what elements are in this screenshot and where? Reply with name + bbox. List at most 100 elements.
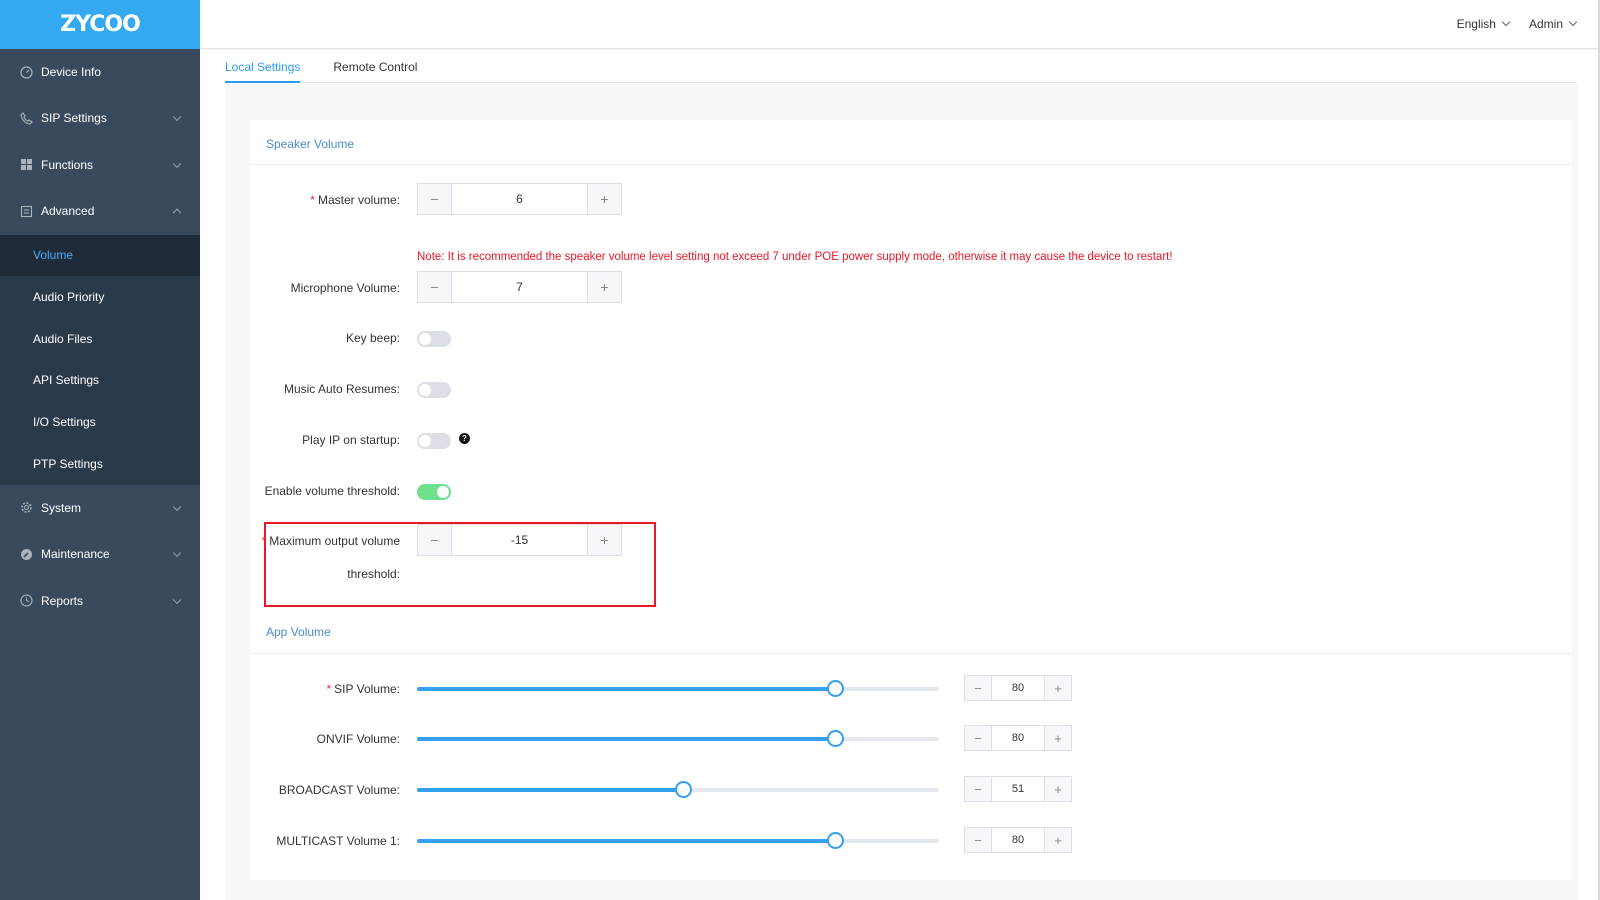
- speaker-volume-title: Speaker Volume: [266, 137, 355, 151]
- volume-slider[interactable]: [417, 832, 939, 849]
- app-volume-label-text: SIP Volume:: [334, 682, 400, 696]
- app-volume-value[interactable]: 80: [992, 676, 1044, 700]
- phone-icon: [20, 111, 33, 125]
- sidebar-item-label: Reports: [41, 593, 84, 608]
- sidebar-item-audio-priority[interactable]: Audio Priority: [0, 276, 200, 318]
- sidebar-item-device-info[interactable]: Device Info: [0, 49, 200, 95]
- clock-icon: [20, 594, 33, 607]
- gear-icon: [20, 501, 33, 514]
- sidebar-item-label: Device Info: [41, 65, 102, 79]
- sidebar-item-advanced[interactable]: Advanced: [0, 188, 200, 235]
- help-icon[interactable]: ?: [459, 433, 470, 444]
- app-volume-stepper[interactable]: −80 +: [964, 725, 1072, 751]
- enable-threshold-toggle[interactable]: [417, 484, 451, 500]
- increment-button[interactable]: +: [587, 272, 621, 302]
- sidebar-item-reports[interactable]: Reports: [0, 578, 200, 625]
- master-volume-label: * Master volume:: [250, 193, 400, 207]
- tab-local-settings[interactable]: Local Settings: [225, 50, 301, 83]
- key-beep-label: Key beep:: [345, 331, 400, 345]
- play-ip-label: Play IP on startup:: [302, 433, 400, 447]
- slider-thumb[interactable]: [826, 680, 844, 697]
- max-output-threshold-value[interactable]: -15: [452, 525, 587, 555]
- slider-thumb[interactable]: [675, 781, 693, 798]
- app-volume-label-text: BROADCAST Volume:: [278, 783, 400, 797]
- app-volume-label: ONVIF Volume:: [250, 732, 400, 746]
- toggle-knob: [419, 384, 431, 396]
- app-volume-label: MULTICAST Volume 1:: [250, 834, 400, 848]
- app-volume-value[interactable]: 51: [992, 777, 1044, 801]
- microphone-volume-stepper[interactable]: − 7 +: [417, 271, 622, 303]
- top-header: English Admin: [200, 0, 1598, 49]
- sidebar-item-sip-settings[interactable]: SIP Settings: [0, 95, 200, 142]
- poe-warning-note: Note: It is recommended the speaker volu…: [417, 251, 1173, 263]
- slider-fill: [417, 839, 835, 843]
- increment-button[interactable]: +: [587, 184, 621, 214]
- sidebar-item-api-settings[interactable]: API Settings: [0, 360, 200, 402]
- chevron-down-icon: [172, 502, 182, 511]
- sidebar-item-functions[interactable]: Functions: [0, 142, 200, 189]
- slider-thumb[interactable]: [826, 832, 844, 849]
- increment-button[interactable]: +: [1044, 676, 1071, 700]
- app-volume-label-text: MULTICAST Volume 1:: [276, 834, 400, 848]
- master-volume-label-text: Master volume:: [317, 193, 400, 207]
- music-auto-resumes-toggle[interactable]: [417, 382, 451, 398]
- wrench-icon: [20, 548, 33, 561]
- max-output-label-line2: threshold:: [347, 567, 400, 581]
- logo-text: ZYCOO: [60, 12, 141, 37]
- app-volume-value[interactable]: 80: [992, 828, 1044, 852]
- settings-card: Speaker Volume * Master volume: − 6 + Not…: [250, 120, 1572, 880]
- sidebar-item-system[interactable]: System: [0, 485, 200, 532]
- language-dropdown[interactable]: English: [1457, 17, 1511, 31]
- master-volume-stepper[interactable]: − 6 +: [417, 183, 622, 215]
- grid-icon: [20, 158, 33, 171]
- user-dropdown[interactable]: Admin: [1529, 17, 1578, 31]
- gauge-icon: [20, 65, 33, 79]
- max-output-label-line1: Maximum output volume: [269, 534, 400, 548]
- key-beep-toggle[interactable]: [417, 331, 451, 347]
- increment-button[interactable]: +: [587, 525, 621, 555]
- sidebar-item-maintenance[interactable]: Maintenance: [0, 531, 200, 578]
- chevron-down-icon: [1568, 17, 1578, 27]
- volume-slider[interactable]: [417, 680, 939, 697]
- slider-thumb[interactable]: [826, 730, 844, 747]
- decrement-button[interactable]: −: [418, 272, 452, 302]
- divider: [250, 653, 1572, 654]
- sidebar-item-volume[interactable]: Volume: [0, 234, 200, 277]
- microphone-volume-value[interactable]: 7: [452, 272, 587, 302]
- app-volume-stepper[interactable]: −80 +: [964, 675, 1072, 701]
- decrement-button[interactable]: −: [418, 184, 452, 214]
- volume-slider[interactable]: [417, 781, 939, 798]
- tab-remote-control[interactable]: Remote Control: [333, 50, 417, 83]
- toggle-knob: [419, 435, 431, 447]
- sidebar-item-label: Functions: [41, 157, 94, 172]
- chevron-down-icon: [172, 548, 182, 558]
- increment-button[interactable]: +: [1044, 828, 1071, 852]
- app-volume-value[interactable]: 80: [992, 726, 1044, 750]
- slider-fill: [417, 687, 835, 691]
- decrement-button[interactable]: −: [965, 828, 992, 852]
- max-output-threshold-stepper[interactable]: − -15 +: [417, 524, 622, 556]
- increment-button[interactable]: +: [1044, 726, 1071, 750]
- app-volume-label-text: ONVIF Volume:: [316, 732, 400, 746]
- volume-slider[interactable]: [417, 730, 939, 747]
- increment-button[interactable]: +: [1044, 777, 1071, 801]
- app-volume-label: * SIP Volume:: [250, 682, 401, 696]
- sidebar-item-io-settings[interactable]: I/O Settings: [0, 401, 200, 443]
- logo[interactable]: ZYCOO: [0, 0, 200, 49]
- required-marker: *: [326, 682, 332, 696]
- sidebar-item-audio-files[interactable]: Audio Files: [0, 318, 200, 360]
- max-output-threshold-label: * Maximum output volume: [250, 534, 400, 548]
- sidebar-item-label: Maintenance: [41, 547, 110, 562]
- tab-bar: Local Settings Remote Control: [225, 50, 1577, 83]
- decrement-button[interactable]: −: [418, 525, 452, 555]
- play-ip-toggle[interactable]: [417, 433, 451, 449]
- app-volume-stepper[interactable]: −51 +: [964, 776, 1072, 802]
- chevron-down-icon: [1501, 17, 1511, 27]
- app-volume-title: App Volume: [266, 625, 331, 639]
- sidebar-item-ptp-settings[interactable]: PTP Settings: [0, 443, 200, 485]
- master-volume-value[interactable]: 6: [452, 184, 587, 214]
- decrement-button[interactable]: −: [965, 726, 992, 750]
- app-volume-stepper[interactable]: −80 +: [964, 827, 1072, 853]
- decrement-button[interactable]: −: [965, 676, 992, 700]
- decrement-button[interactable]: −: [965, 777, 992, 801]
